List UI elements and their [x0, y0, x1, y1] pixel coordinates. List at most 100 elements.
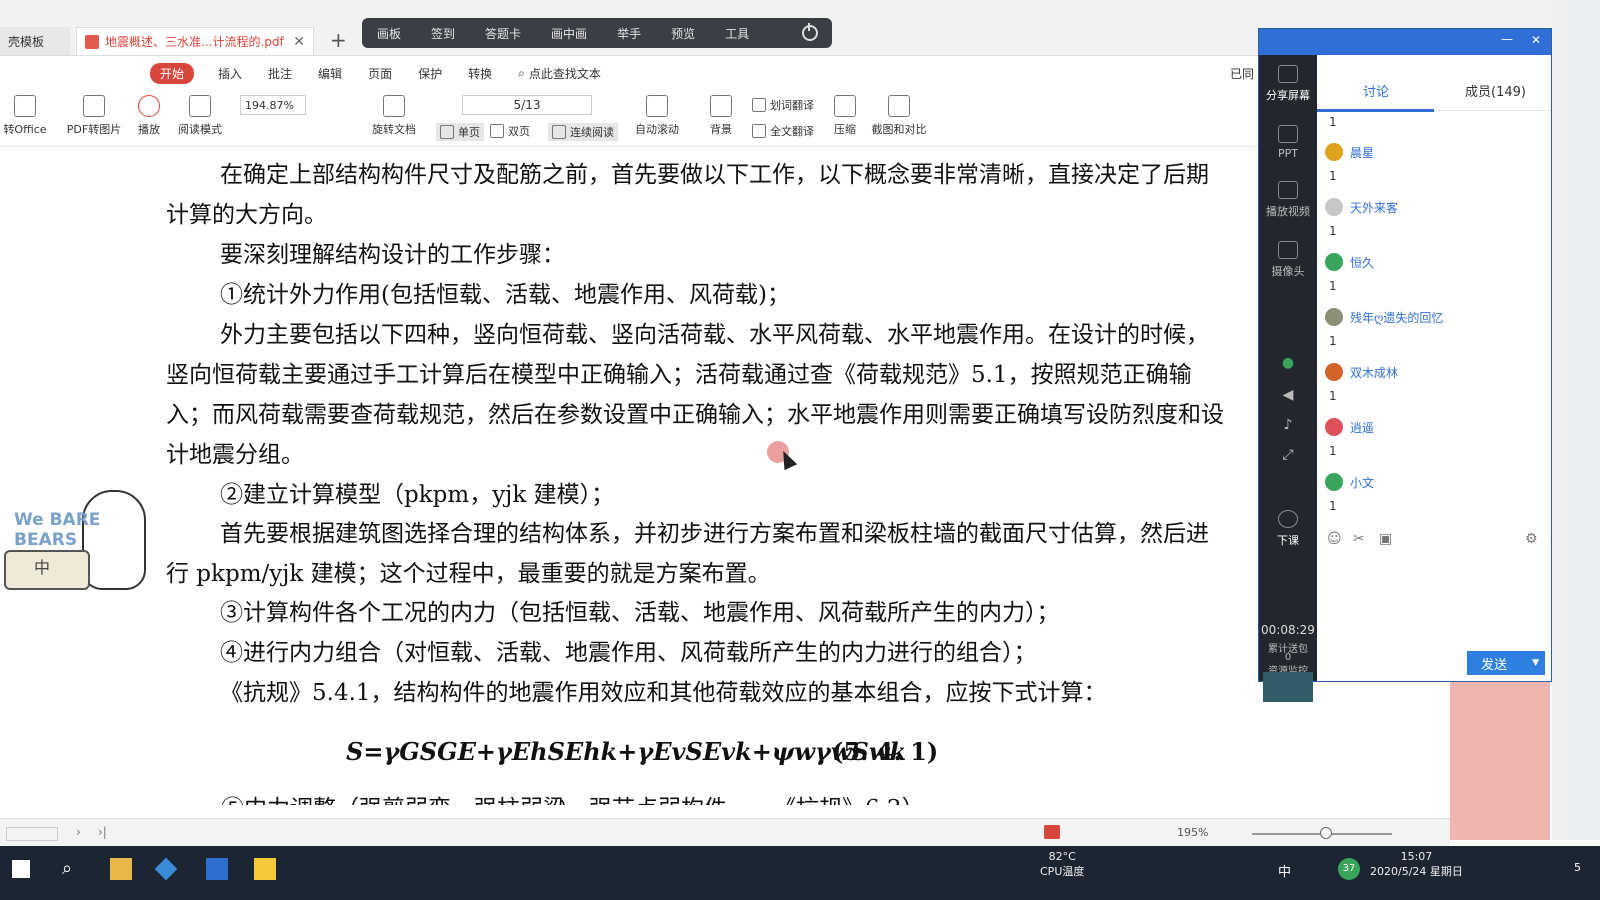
classbar-item-board[interactable]: 画板 — [362, 25, 416, 42]
chat-user[interactable]: 残年ღ遗失的回忆 — [1325, 308, 1443, 326]
image-icon — [83, 95, 105, 117]
send-button[interactable]: 发送 ▼ — [1467, 651, 1545, 675]
double-page-icon — [490, 124, 504, 138]
speaker-icon[interactable]: ◀ — [1259, 387, 1317, 403]
classbar-item-answer-card[interactable]: 答题卡 — [470, 25, 536, 42]
office-icon — [14, 95, 36, 117]
classbar-item-signin[interactable]: 签到 — [416, 25, 470, 42]
image-icon[interactable]: ▣ — [1379, 531, 1392, 547]
avatar — [1325, 253, 1343, 271]
doc-paragraph-3: ①统计外力作用(包括恒载、活载、地震作用、风荷载)； — [220, 282, 790, 308]
pdf-to-image-button[interactable]: PDF转图片 — [62, 95, 126, 137]
close-icon[interactable]: ✕ — [1531, 33, 1541, 47]
menu-bar: 开始 插入 批注 编辑 页面 保护 转换 ⌕ 点此查找文本 已同 — [0, 57, 1260, 89]
chat-user[interactable]: 小文 — [1325, 473, 1374, 491]
zoom-select[interactable]: 194.87% — [240, 95, 306, 115]
tray-badge[interactable]: 37 — [1338, 858, 1360, 880]
auto-scroll-button[interactable]: 自动滚动 — [628, 95, 686, 137]
full-translate-button[interactable]: 全文翻译 — [752, 123, 814, 139]
doc-paragraph-4: 外力主要包括以下四种，竖向恒荷载、竖向活荷载、水平风荷载、水平地震作用。在设计的… — [166, 322, 1224, 468]
tab-discussion[interactable]: 讨论 — [1363, 81, 1389, 100]
classbar-item-tools[interactable]: 工具 — [710, 25, 764, 42]
doc-paragraph-cut: ⑤内力调整（强剪弱弯、强柱弱梁、强节点弱构件……《抗规》6.2） — [221, 789, 925, 805]
play-video-button[interactable]: 播放视频 — [1259, 181, 1317, 219]
page-jump-input[interactable] — [6, 827, 58, 841]
chat-user[interactable]: 天外来客 — [1325, 198, 1398, 216]
vertical-scrollbar[interactable] — [1552, 0, 1568, 840]
menu-start[interactable]: 开始 — [150, 62, 195, 84]
chat-user[interactable]: 双木成林 — [1325, 363, 1398, 381]
tab-members[interactable]: 成员(149) — [1465, 81, 1526, 100]
classbar-item-pip[interactable]: 画中画 — [536, 25, 602, 42]
notification-count[interactable]: 5 — [1574, 861, 1581, 874]
compress-button[interactable]: 压缩 — [830, 95, 860, 137]
read-mode-button[interactable]: 阅读模式 — [174, 95, 226, 137]
chat-message: 1 — [1329, 169, 1337, 183]
tab-template[interactable]: 壳模板 — [0, 27, 70, 55]
auto-scroll-icon — [646, 95, 668, 117]
page-number-input[interactable]: 5/13 — [462, 95, 592, 115]
minimize-icon[interactable]: — — [1501, 32, 1513, 46]
compress-icon — [834, 95, 856, 117]
zoom-level[interactable]: 195% — [1177, 826, 1208, 839]
share-screen-button[interactable]: 分享屏幕 — [1259, 65, 1317, 103]
chevron-down-icon[interactable]: ▼ — [1532, 658, 1539, 668]
tab-active-pdf[interactable]: 地震概述、三水准...计流程的.pdf ✕ — [76, 27, 314, 55]
menu-edit[interactable]: 编辑 — [318, 65, 342, 82]
camera-button[interactable]: 摄像头 — [1259, 241, 1317, 279]
word-translate-button[interactable]: 划词翻译 — [752, 97, 814, 113]
classbar-item-preview[interactable]: 预览 — [656, 25, 710, 42]
search-text-button[interactable]: 点此查找文本 — [529, 65, 601, 82]
rotate-doc-button[interactable]: 旋转文档 — [368, 95, 420, 137]
search-icon[interactable]: ⌕ — [518, 66, 525, 81]
classbar-item-raise-hand[interactable]: 举手 — [602, 25, 656, 42]
next-page-icon[interactable]: › — [76, 825, 81, 839]
gear-icon[interactable]: ⚙ — [1525, 531, 1538, 547]
ppt-button[interactable]: PPT — [1259, 125, 1317, 160]
play-button[interactable]: 播放 — [134, 95, 164, 137]
doc-paragraph-6: 首先要根据建筑图选择合理的结构体系，并初步进行方案布置和梁板柱墙的截面尺寸估算，… — [166, 521, 1209, 587]
menu-annotate[interactable]: 批注 — [268, 65, 292, 82]
end-class-icon — [1278, 510, 1298, 528]
menu-convert[interactable]: 转换 — [468, 65, 492, 82]
app-icon[interactable] — [254, 858, 276, 880]
sync-status[interactable]: 已同 — [1230, 65, 1254, 82]
menu-insert[interactable]: 插入 — [218, 65, 242, 82]
menu-protect[interactable]: 保护 — [418, 65, 442, 82]
music-icon[interactable]: ♪ — [1259, 417, 1317, 433]
fullscreen-icon[interactable]: ⤢ — [1259, 447, 1317, 463]
close-icon[interactable]: ✕ — [293, 34, 305, 50]
app-icon[interactable] — [154, 857, 178, 881]
emoji-icon[interactable]: ☺ — [1327, 531, 1342, 547]
zoom-slider-thumb[interactable] — [1320, 827, 1332, 839]
play-icon — [138, 95, 160, 117]
menu-page[interactable]: 页面 — [368, 65, 392, 82]
wps-icon[interactable] — [206, 858, 228, 880]
file-explorer-icon[interactable] — [110, 858, 132, 880]
scissors-icon[interactable]: ✂ — [1353, 531, 1365, 547]
chat-user[interactable]: 恒久 — [1325, 253, 1374, 271]
mic-icon[interactable]: ● — [1259, 355, 1317, 371]
chat-user[interactable]: 晨星 — [1325, 143, 1374, 161]
end-class-button[interactable]: 下课 — [1259, 510, 1317, 548]
doc-paragraph-5: ②建立计算模型（pkpm，yjk 建模）； — [220, 482, 615, 508]
equation-number: (5. 4. 1) — [832, 737, 939, 766]
play-status-icon[interactable] — [1044, 825, 1060, 839]
background-button[interactable]: 背景 — [704, 95, 738, 137]
avatar — [1325, 418, 1343, 436]
sticker-logo: We BARE BEARS — [14, 510, 101, 550]
single-page-button[interactable]: 单页 — [436, 123, 484, 141]
screenshot-compare-button[interactable]: 截图和对比 — [868, 95, 930, 137]
to-office-button[interactable]: 转Office — [0, 95, 50, 137]
continuous-read-button[interactable]: 连续阅读 — [548, 123, 618, 141]
ime-indicator[interactable]: 中 — [1278, 861, 1291, 880]
double-page-button[interactable]: 双页 — [490, 123, 530, 139]
windows-start-icon[interactable] — [12, 860, 30, 878]
clock[interactable]: 15:07 2020/5/24 星期日 — [1370, 850, 1463, 879]
power-icon[interactable] — [802, 23, 818, 41]
moon-icon — [710, 95, 732, 117]
last-page-icon[interactable]: ›| — [98, 825, 107, 839]
search-icon[interactable]: ⌕ — [62, 858, 84, 880]
chat-user[interactable]: 逍遥 — [1325, 418, 1374, 436]
new-tab-button[interactable]: + — [330, 28, 347, 52]
